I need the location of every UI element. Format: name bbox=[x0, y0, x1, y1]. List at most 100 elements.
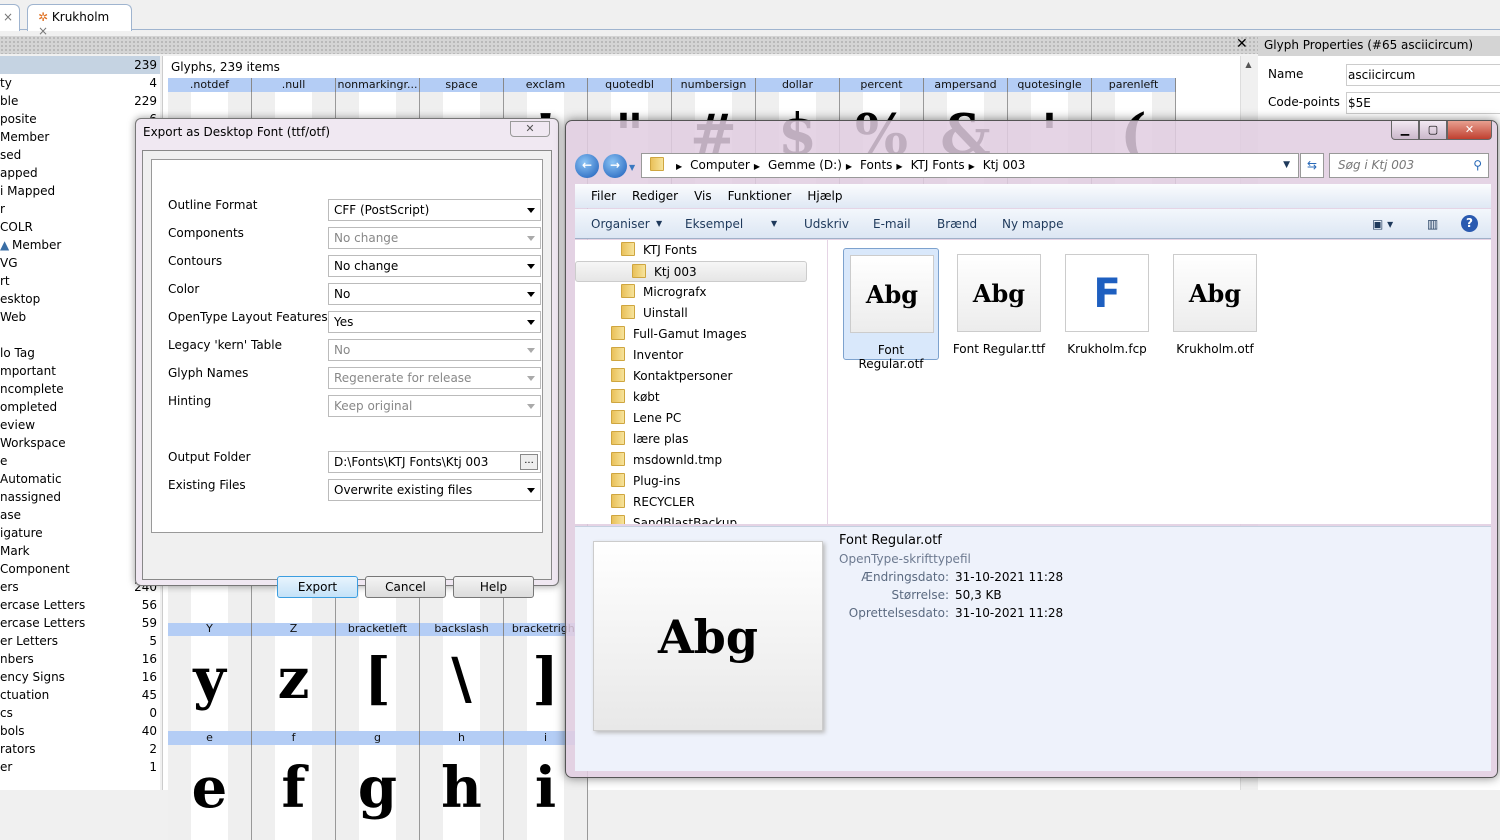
breadcrumb-arrow-icon[interactable]: ▶ bbox=[969, 162, 975, 171]
tab-krukholm[interactable]: ✲ Krukholm × bbox=[27, 4, 132, 38]
toolbar-organiser[interactable]: Organiser bbox=[591, 209, 650, 239]
file-item[interactable]: F Krukholm.fcp bbox=[1059, 248, 1155, 360]
maximize-button[interactable]: ▢ bbox=[1419, 121, 1447, 140]
sidebar-item[interactable]: ble 229 bbox=[0, 92, 160, 110]
breadcrumb-arrow-icon[interactable]: ▶ bbox=[896, 162, 902, 171]
sidebar-item[interactable]: ercase Letters 59 bbox=[0, 614, 160, 632]
nav-item[interactable]: RECYCLER bbox=[611, 492, 695, 513]
glyph-name-header[interactable]: exclam bbox=[504, 78, 588, 92]
nav-item[interactable]: lære plas bbox=[611, 429, 689, 450]
recent-dropdown-icon[interactable]: ▼ bbox=[629, 163, 635, 172]
preview-pane-icon[interactable]: ▥ bbox=[1427, 209, 1438, 239]
code-points-input[interactable]: $5E bbox=[1346, 92, 1500, 114]
toolbar-e-mail[interactable]: E-mail bbox=[873, 209, 911, 239]
glyph-name-header[interactable]: numbersign bbox=[672, 78, 756, 92]
back-button[interactable]: ← bbox=[575, 154, 599, 178]
file-item[interactable]: Abg Font Regular.otf bbox=[843, 248, 939, 371]
sidebar-item[interactable]: rators 2 bbox=[0, 740, 160, 758]
glyph-name-header[interactable]: bracketleft bbox=[336, 622, 420, 636]
existing-files-select[interactable]: Overwrite existing files bbox=[328, 479, 541, 501]
glyph-name-header[interactable]: percent bbox=[840, 78, 924, 92]
field-select[interactable]: No change bbox=[328, 227, 541, 249]
breadcrumb-arrow-icon[interactable]: ▶ bbox=[846, 162, 852, 171]
menu-item[interactable]: Filer bbox=[591, 189, 616, 203]
sidebar-item[interactable]: ty 4 bbox=[0, 74, 160, 92]
glyph-cell[interactable]: y bbox=[168, 636, 252, 731]
close-panel-icon[interactable]: ✕ bbox=[1236, 36, 1248, 52]
glyph-name-header[interactable]: backslash bbox=[420, 622, 504, 636]
field-select[interactable]: Keep original bbox=[328, 395, 541, 417]
nav-item[interactable]: købt bbox=[611, 387, 660, 408]
glyph-name-header[interactable]: f bbox=[252, 731, 336, 745]
nav-item[interactable]: SandBlastBackup bbox=[611, 513, 737, 524]
sidebar-item[interactable]: cs 0 bbox=[0, 704, 160, 722]
menu-item[interactable]: Funktioner bbox=[728, 189, 792, 203]
name-input[interactable]: asciicircum bbox=[1346, 64, 1500, 86]
close-icon[interactable]: × bbox=[3, 10, 13, 24]
cancel-button[interactable]: Cancel bbox=[365, 576, 446, 598]
forward-button[interactable]: → bbox=[603, 154, 627, 178]
file-item[interactable]: Abg Krukholm.otf bbox=[1167, 248, 1263, 360]
nav-item[interactable]: Inventor bbox=[611, 345, 683, 366]
glyph-name-header[interactable]: parenleft bbox=[1092, 78, 1176, 92]
nav-item[interactable]: Plug-ins bbox=[611, 471, 680, 492]
export-button[interactable]: Export bbox=[277, 576, 358, 598]
toolbar-udskriv[interactable]: Udskriv bbox=[804, 209, 849, 239]
nav-item[interactable]: Uinstall bbox=[621, 303, 688, 324]
glyph-name-header[interactable]: nonmarkingr... bbox=[336, 78, 420, 92]
help-icon[interactable]: ? bbox=[1461, 215, 1478, 232]
sidebar-item[interactable]: ctuation 45 bbox=[0, 686, 160, 704]
nav-item[interactable]: Kontaktpersoner bbox=[611, 366, 732, 387]
nav-item[interactable]: msdownld.tmp bbox=[611, 450, 722, 471]
glyph-name-header[interactable]: ampersand bbox=[924, 78, 1008, 92]
address-bar[interactable]: ▶ Computer ▶ Gemme (D:) ▶ Fonts ▶ KTJ Fonts ▶ Ktj… bbox=[641, 153, 1299, 178]
views-icon[interactable]: ▣ ▾ bbox=[1372, 209, 1393, 239]
sidebar-item[interactable]: bols 40 bbox=[0, 722, 160, 740]
close-button[interactable]: ✕ bbox=[1447, 121, 1492, 140]
toolbar-brænd[interactable]: Brænd bbox=[937, 209, 977, 239]
toolbar-ny-mappe[interactable]: Ny mappe bbox=[1002, 209, 1064, 239]
glyph-name-header[interactable]: dollar bbox=[756, 78, 840, 92]
breadcrumb-item[interactable]: KTJ Fonts bbox=[911, 158, 965, 172]
sidebar-item[interactable]: er 1 bbox=[0, 758, 160, 776]
glyph-cell[interactable]: \ bbox=[420, 636, 504, 731]
sidebar-item[interactable]: nbers 16 bbox=[0, 650, 160, 668]
breadcrumb-item[interactable]: Ktj 003 bbox=[983, 158, 1026, 172]
glyph-name-header[interactable]: .notdef bbox=[168, 78, 252, 92]
nav-item[interactable]: Full-Gamut Images bbox=[611, 324, 747, 345]
file-item[interactable]: Abg Font Regular.ttf bbox=[951, 248, 1047, 360]
nav-item[interactable]: Micrografx bbox=[621, 282, 707, 303]
glyph-name-header[interactable]: Y bbox=[168, 622, 252, 636]
glyph-name-header[interactable]: space bbox=[420, 78, 504, 92]
field-select[interactable]: Regenerate for release bbox=[328, 367, 541, 389]
menu-item[interactable]: Rediger bbox=[632, 189, 678, 203]
glyph-cell[interactable]: z bbox=[252, 636, 336, 731]
glyph-cell[interactable]: e bbox=[168, 745, 252, 840]
glyph-name-header[interactable]: quotedbl bbox=[588, 78, 672, 92]
field-select[interactable]: Yes bbox=[328, 311, 541, 333]
glyph-name-header[interactable]: h bbox=[420, 731, 504, 745]
help-button[interactable]: Help bbox=[453, 576, 534, 598]
sidebar-item[interactable]: ercase Letters 56 bbox=[0, 596, 160, 614]
glyph-cell[interactable]: g bbox=[336, 745, 420, 840]
nav-item[interactable]: Lene PC bbox=[611, 408, 681, 429]
breadcrumb-arrow-icon[interactable]: ▶ bbox=[676, 162, 682, 171]
close-icon[interactable]: ✕ bbox=[510, 121, 550, 137]
glyph-cell[interactable]: [ bbox=[336, 636, 420, 731]
breadcrumb-item[interactable]: Computer bbox=[690, 158, 750, 172]
sidebar-item[interactable]: er Letters 5 bbox=[0, 632, 160, 650]
refresh-icon[interactable]: ⇆ bbox=[1300, 153, 1324, 178]
glyph-cell[interactable]: h bbox=[420, 745, 504, 840]
glyph-name-header[interactable]: quotesingle bbox=[1008, 78, 1092, 92]
browse-button[interactable]: ... bbox=[520, 454, 538, 470]
nav-item[interactable]: Ktj 003 bbox=[575, 261, 807, 282]
breadcrumb-arrow-icon[interactable]: ▶ bbox=[754, 162, 760, 171]
sidebar-item[interactable]: 239 bbox=[0, 56, 160, 74]
glyph-name-header[interactable]: e bbox=[168, 731, 252, 745]
field-select[interactable]: No bbox=[328, 283, 541, 305]
search-input[interactable]: Søg i Ktj 003 ⚲ bbox=[1329, 153, 1489, 178]
glyph-name-header[interactable]: .null bbox=[252, 78, 336, 92]
glyph-name-header[interactable]: g bbox=[336, 731, 420, 745]
toolbar-eksempel[interactable]: Eksempel bbox=[685, 209, 743, 239]
tab-previous[interactable]: × bbox=[0, 4, 20, 31]
